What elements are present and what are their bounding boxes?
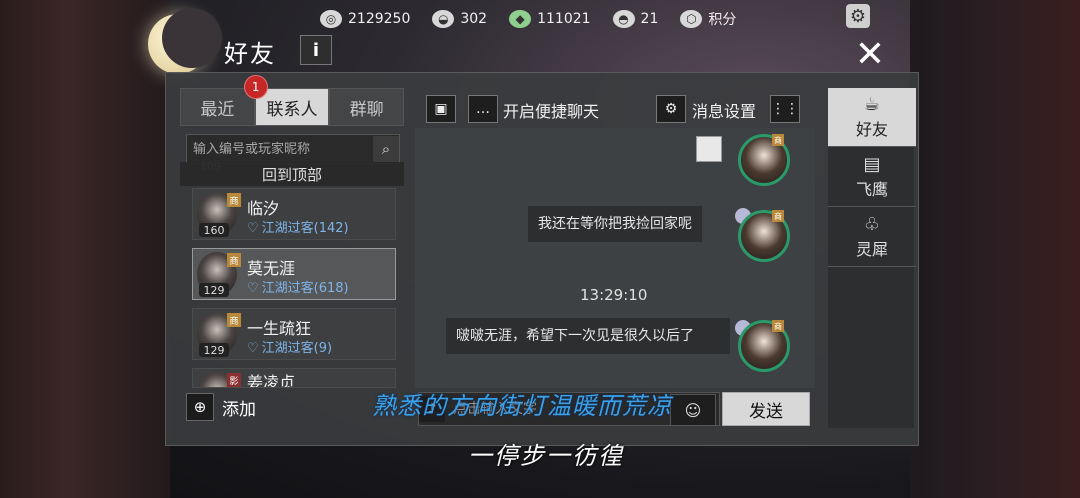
back-to-top-button[interactable]: 回到顶部 [180, 162, 404, 186]
grid-menu-icon[interactable]: ⋮⋮ [770, 95, 800, 123]
merchant-badge-icon: 商 [772, 134, 784, 146]
jade-value: 111021 [537, 11, 591, 27]
shadow-badge: 影 [227, 373, 241, 387]
add-friend-button[interactable]: ⊕ 添加 [186, 392, 286, 422]
contact-item[interactable]: 商 160 临汐 ♡ 江湖过客(142) [192, 188, 396, 240]
tea-icon: ☕ [863, 94, 881, 115]
merchant-badge: 商 [227, 253, 241, 267]
ingot-icon: ◒ [432, 10, 455, 28]
page-title: 好友 [224, 40, 276, 68]
contact-rank: ♡ 江湖过客(618) [247, 277, 349, 296]
message-timestamp: 13:29:10 [580, 286, 648, 304]
add-user-icon: ⊕ [186, 393, 214, 421]
level-badge: 129 [199, 283, 229, 297]
info-button[interactable]: i [300, 35, 332, 65]
resource-ingot: ◒ 302 [432, 10, 487, 28]
tea-toggle-icon[interactable]: ▣ [426, 95, 456, 123]
heart-icon: ♡ [247, 281, 259, 296]
contact-rank: ♡ 江湖过客(142) [247, 217, 349, 236]
contact-name: 临汐 [247, 199, 280, 218]
contact-item[interactable]: 商 129 一生疏狂 ♡ 江湖过客(9) [192, 308, 396, 360]
moon-icon [148, 8, 222, 74]
resource-jade: ◆ 111021 [509, 10, 591, 28]
contact-name: 一生疏狂 [247, 319, 312, 338]
heart-icon: ♡ [247, 341, 259, 356]
merchant-badge-icon: 商 [772, 210, 784, 222]
merchant-badge: 商 [227, 193, 241, 207]
lyric-subtitle-line2: 一停步一彷徨 [468, 442, 624, 470]
contact-tabs: 最近 1 联系人 群聊 [180, 75, 405, 126]
tab-contacts-label: 联系人 [266, 99, 318, 120]
merchant-badge-icon: 商 [772, 320, 784, 332]
side-tab-label: 灵犀 [855, 240, 888, 259]
side-tab-eagle[interactable]: ▤ 飞鹰 [828, 148, 916, 207]
contact-name: 莫无涯 [247, 259, 296, 278]
ingot-value: 302 [460, 11, 488, 27]
emoji-icon[interactable]: ☺ [670, 394, 716, 426]
background-right [910, 0, 1080, 498]
contact-rank-text: 江湖过客(142) [261, 221, 349, 236]
heart-icon: ♡ [247, 221, 259, 236]
resource-points[interactable]: ⬡ 积分 [680, 9, 736, 29]
qr-code-icon [696, 136, 722, 162]
contact-rank-text: 江湖过客(9) [261, 341, 333, 356]
jade-icon: ◆ [509, 10, 532, 28]
silver-value: 21 [640, 11, 659, 27]
contact-rank-text: 江湖过客(618) [261, 281, 349, 296]
contact-rank: ♡ 江湖过客(9) [247, 337, 332, 356]
background-left [0, 0, 170, 498]
quick-chat-icon[interactable]: … [468, 95, 498, 123]
coin-value: 2129250 [348, 11, 411, 27]
resource-bar: ◎ 2129250 ◒ 302 ◆ 111021 ◓ 21 ⬡ 积分 [320, 6, 736, 32]
tab-groups[interactable]: 群聊 [329, 88, 405, 126]
scroll-icon: ▤ [863, 154, 881, 175]
coin-icon: ◎ [320, 10, 342, 28]
quick-chat-label[interactable]: 开启便捷聊天 [503, 98, 599, 122]
points-icon: ⬡ [680, 10, 703, 28]
contact-name: 姜凌贞 [247, 373, 296, 388]
resource-silver: ◓ 21 [612, 10, 659, 28]
side-tab-label: 好友 [855, 120, 888, 139]
side-tab-friends[interactable]: ☕ 好友 [828, 88, 916, 147]
close-button[interactable]: ✕ [850, 34, 890, 75]
merchant-badge: 商 [227, 313, 241, 327]
resource-coin: ◎ 2129250 [320, 10, 410, 28]
send-button[interactable]: 发送 [722, 392, 810, 426]
tab-recent[interactable]: 最近 [180, 88, 255, 126]
notification-badge: 1 [243, 75, 268, 99]
bell-icon: ♧ [863, 214, 881, 235]
add-friend-label: 添加 [222, 399, 256, 420]
contact-item-partial[interactable]: 影 姜凌贞 [192, 368, 396, 388]
side-tab-lingxi[interactable]: ♧ 灵犀 [828, 208, 916, 267]
tab-contacts[interactable]: 1 联系人 [243, 75, 330, 126]
contact-item-selected[interactable]: 商 129 莫无涯 ♡ 江湖过客(618) [192, 248, 396, 300]
search-icon[interactable]: ⌕ [373, 136, 399, 162]
search-input[interactable] [187, 140, 373, 158]
side-tab-label: 飞鹰 [855, 180, 888, 199]
lyric-subtitle-line1: 熟悉的方向街灯温暖而荒凉 [372, 392, 672, 420]
settings-icon[interactable]: ⚙ [656, 95, 686, 123]
silver-icon: ◓ [612, 10, 635, 28]
chat-message: 我还在等你把我捡回家呢 [528, 206, 702, 242]
level-badge: 129 [199, 343, 229, 357]
chat-message: 啵啵无涯，希望下一次见是很久以后了 [446, 318, 730, 354]
message-settings-label[interactable]: 消息设置 [692, 98, 756, 122]
points-label: 积分 [708, 12, 737, 28]
level-badge: 160 [199, 223, 229, 237]
settings-gear-icon[interactable]: ⚙ [846, 4, 870, 28]
